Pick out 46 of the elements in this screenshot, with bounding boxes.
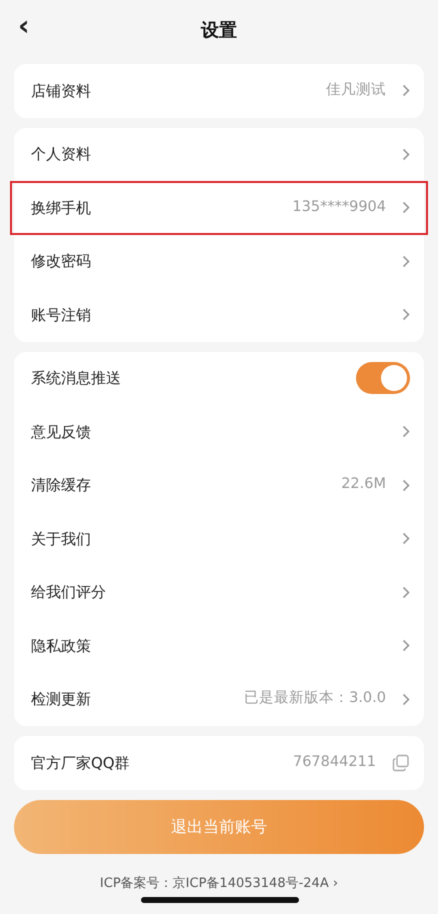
page-title: 设置 xyxy=(201,19,237,43)
chevron-icon xyxy=(402,201,410,214)
row-label: 检测更新 xyxy=(31,689,91,710)
chevron-icon xyxy=(402,425,410,438)
row-label: 关于我们 xyxy=(31,528,91,550)
settings-row[interactable]: 换绑手机 135****9904 xyxy=(10,181,428,234)
row-value: 767844211 xyxy=(292,752,376,772)
row-value: 22.6M xyxy=(341,475,386,494)
row-label: 店铺资料 xyxy=(31,80,91,102)
copy-icon[interactable] xyxy=(392,754,410,772)
back-button[interactable]: ‹ xyxy=(14,12,34,40)
row-label: 意见反馈 xyxy=(31,422,91,442)
settings-row[interactable]: 关于我们 xyxy=(14,512,424,566)
chevron-icon xyxy=(402,692,410,706)
settings-row[interactable]: 清除缓存 22.6M xyxy=(14,458,424,512)
row-value: 佳凡测试 xyxy=(326,80,386,100)
row-label: 换绑手机 xyxy=(31,198,91,218)
chevron-icon xyxy=(402,254,410,268)
settings-row[interactable]: 官方厂家QQ群 767844211 xyxy=(14,736,424,790)
settings-row[interactable]: 检测更新 已是最新版本：3.0.0 xyxy=(14,672,424,726)
row-label: 隐私政策 xyxy=(31,636,91,656)
settings-row[interactable]: 意见反馈 xyxy=(14,405,424,458)
chevron-icon xyxy=(402,84,410,98)
toggle-switch[interactable] xyxy=(356,362,410,394)
settings-row[interactable]: 隐私政策 xyxy=(14,619,424,672)
settings-row[interactable]: 个人资料 xyxy=(14,128,424,181)
chevron-icon xyxy=(402,586,410,599)
row-label: 清除缓存 xyxy=(31,475,91,496)
chevron-icon xyxy=(402,148,410,161)
row-label: 官方厂家QQ群 xyxy=(31,752,130,774)
chevron-icon xyxy=(402,532,410,546)
row-label: 修改密码 xyxy=(31,251,91,272)
row-value: 已是最新版本：3.0.0 xyxy=(244,688,386,708)
settings-row[interactable]: 修改密码 xyxy=(14,234,424,288)
row-label: 个人资料 xyxy=(31,144,91,165)
row-value: 135****9904 xyxy=(292,198,386,217)
settings-row[interactable]: 给我们评分 xyxy=(14,566,424,619)
row-label: 系统消息推送 xyxy=(31,368,121,389)
chevron-icon xyxy=(402,639,410,652)
settings-row[interactable]: 账号注销 xyxy=(14,288,424,342)
row-label: 给我们评分 xyxy=(31,582,106,603)
chevron-icon xyxy=(402,478,410,492)
icp-link[interactable]: ICP备案号：京ICP备14053148号-24A › xyxy=(100,874,338,893)
settings-row[interactable]: 店铺资料 佳凡测试 xyxy=(14,64,424,118)
row-label: 账号注销 xyxy=(31,304,91,326)
chevron-icon xyxy=(402,308,410,322)
